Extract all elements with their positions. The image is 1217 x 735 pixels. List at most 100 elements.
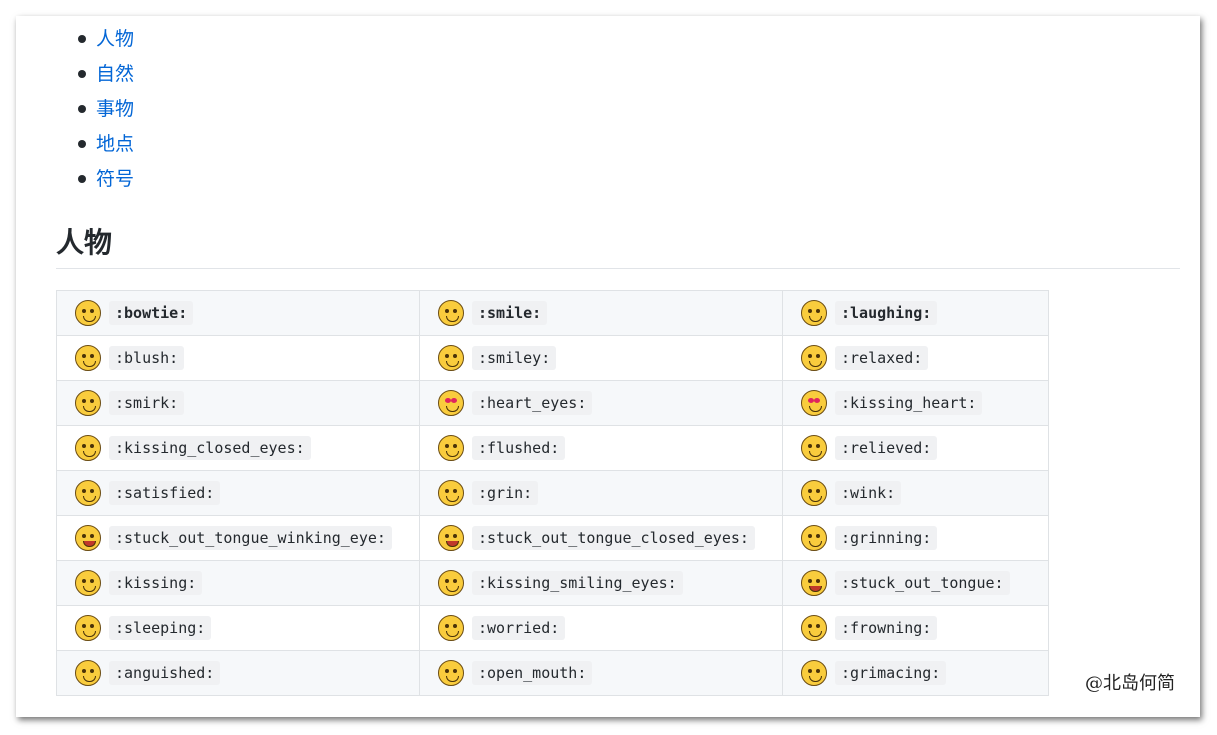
table-row: :stuck_out_tongue_winking_eye::stuck_out…	[56, 515, 1049, 561]
table-row: :kissing: :kissing_smiling_eyes: :stuck_ou…	[56, 560, 1049, 606]
emoji-code: :anguished:	[109, 661, 221, 685]
table-cell: :kissing_smiling_eyes:	[419, 560, 783, 606]
table-row: :kissing_closed_eyes: :flushed: :relieved:	[56, 425, 1049, 471]
emoji-code: :relaxed:	[835, 346, 929, 370]
emoji-code: :bowtie:	[109, 301, 194, 325]
table-row: :smirk: :heart_eyes: :kissing_heart:	[56, 380, 1049, 426]
toc-item: 自然	[56, 61, 134, 96]
kissing-icon	[75, 570, 101, 596]
emoji-code: :laughing:	[835, 301, 938, 325]
table-cell: :satisfied:	[56, 470, 420, 516]
table-cell: :stuck_out_tongue_winking_eye:	[56, 515, 420, 561]
smile-icon	[438, 300, 464, 326]
emoji-code: :smiley:	[472, 346, 557, 370]
emoji-code: :satisfied:	[109, 481, 221, 505]
flushed-icon	[438, 435, 464, 461]
bowtie-icon	[75, 300, 101, 326]
toc-link-people[interactable]: 人物	[96, 28, 134, 50]
emoji-code: :flushed:	[472, 436, 566, 460]
table-cell: :heart_eyes:	[419, 380, 783, 426]
frowning-icon	[801, 615, 827, 641]
emoji-code: :stuck_out_tongue_winking_eye:	[109, 526, 392, 550]
grimacing-icon	[801, 660, 827, 686]
anguished-icon	[75, 660, 101, 686]
emoji-code: :grin:	[472, 481, 539, 505]
table-cell: :open_mouth:	[419, 650, 783, 696]
satisfied-icon	[75, 480, 101, 506]
table-cell: :anguished:	[56, 650, 420, 696]
worried-icon	[438, 615, 464, 641]
table-cell: :kissing_heart:	[782, 380, 1049, 426]
emoji-code: :sleeping:	[109, 616, 212, 640]
table-row: :sleeping: :worried: :frowning:	[56, 605, 1049, 651]
stuck-out-tongue-icon	[801, 570, 827, 596]
toc-link-nature[interactable]: 自然	[96, 63, 134, 85]
kissing-smiling-eyes-icon	[438, 570, 464, 596]
emoji-table: :bowtie: :smile: :laughing::blush: :smiley:…	[56, 290, 1049, 696]
toc-link-objects[interactable]: 事物	[96, 98, 134, 120]
tongue-winking-eye-icon	[75, 525, 101, 551]
smiley-icon	[438, 345, 464, 371]
emoji-code: :heart_eyes:	[472, 391, 593, 415]
relieved-icon	[801, 435, 827, 461]
kissing-closed-eyes-icon	[75, 435, 101, 461]
emoji-code: :open_mouth:	[472, 661, 593, 685]
document-page: 人物 自然 事物 地点 符号 人物 :bowtie: :smile: :laughi…	[16, 16, 1200, 717]
table-cell: :sleeping:	[56, 605, 420, 651]
section-heading: 人物	[56, 226, 113, 259]
table-cell: :worried:	[419, 605, 783, 651]
table-row: :bowtie: :smile: :laughing:	[56, 290, 1049, 336]
heart-eyes-icon	[438, 390, 464, 416]
table-cell: :wink:	[782, 470, 1049, 516]
emoji-code: :smirk:	[109, 391, 185, 415]
emoji-code: :stuck_out_tongue:	[835, 571, 1010, 595]
table-cell: :bowtie:	[56, 290, 420, 336]
table-cell: :stuck_out_tongue:	[782, 560, 1049, 606]
toc-link-places[interactable]: 地点	[96, 133, 134, 155]
heading-divider	[56, 268, 1180, 269]
grinning-icon	[801, 525, 827, 551]
watermark: @北岛何简	[1085, 673, 1175, 694]
emoji-code: :grimacing:	[835, 661, 947, 685]
tongue-closed-eyes-icon	[438, 525, 464, 551]
blush-icon	[75, 345, 101, 371]
table-cell: :relaxed:	[782, 335, 1049, 381]
table-row: :satisfied: :grin: :wink:	[56, 470, 1049, 516]
relaxed-icon	[801, 345, 827, 371]
table-row: :blush: :smiley: :relaxed:	[56, 335, 1049, 381]
table-cell: :kissing:	[56, 560, 420, 606]
emoji-code: :kissing_closed_eyes:	[109, 436, 311, 460]
emoji-code: :smile:	[472, 301, 548, 325]
toc-link-symbols[interactable]: 符号	[96, 168, 134, 190]
emoji-code: :relieved:	[835, 436, 938, 460]
open-mouth-icon	[438, 660, 464, 686]
table-cell: :relieved:	[782, 425, 1049, 471]
toc-item: 事物	[56, 96, 134, 131]
emoji-code: :worried:	[472, 616, 566, 640]
toc-item: 地点	[56, 131, 134, 166]
table-cell: :grin:	[419, 470, 783, 516]
table-cell: :frowning:	[782, 605, 1049, 651]
laughing-icon	[801, 300, 827, 326]
emoji-code: :grinning:	[835, 526, 938, 550]
emoji-code: :blush:	[109, 346, 185, 370]
grin-icon	[438, 480, 464, 506]
table-cell: :grimacing:	[782, 650, 1049, 696]
toc-item: 符号	[56, 166, 134, 201]
table-cell: :grinning:	[782, 515, 1049, 561]
table-cell: :smile:	[419, 290, 783, 336]
emoji-code: :kissing:	[109, 571, 203, 595]
table-cell: :smirk:	[56, 380, 420, 426]
table-of-contents: 人物 自然 事物 地点 符号	[56, 26, 134, 201]
table-row: :anguished: :open_mouth: :grimacing:	[56, 650, 1049, 696]
table-cell: :laughing:	[782, 290, 1049, 336]
emoji-code: :wink:	[835, 481, 902, 505]
sleeping-icon	[75, 615, 101, 641]
emoji-code: :frowning:	[835, 616, 938, 640]
toc-item: 人物	[56, 26, 134, 61]
emoji-code: :kissing_heart:	[835, 391, 983, 415]
table-cell: :flushed:	[419, 425, 783, 471]
table-cell: :kissing_closed_eyes:	[56, 425, 420, 471]
table-cell: :smiley:	[419, 335, 783, 381]
kissing-heart-icon	[801, 390, 827, 416]
